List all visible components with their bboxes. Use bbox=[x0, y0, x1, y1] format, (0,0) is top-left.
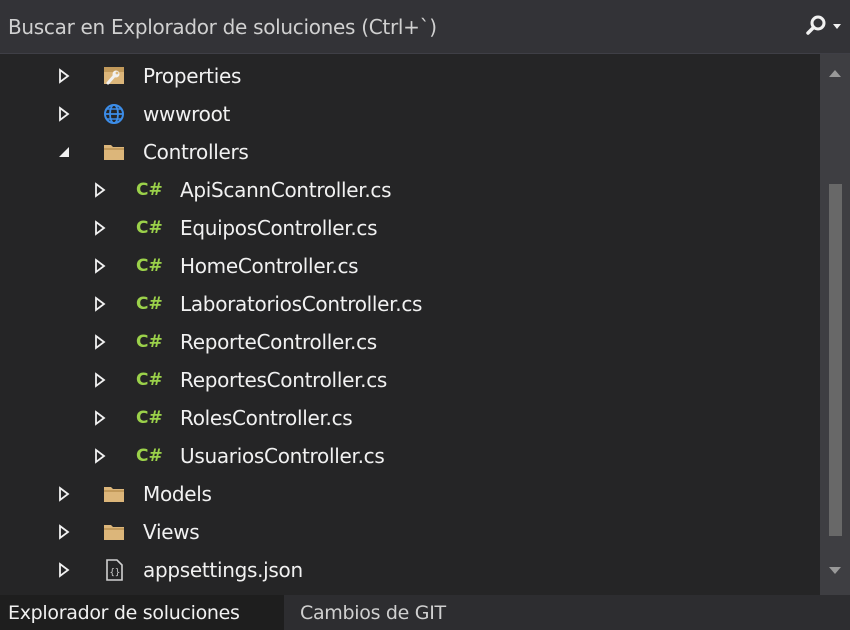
expand-arrow-icon[interactable] bbox=[92, 334, 108, 350]
tree-item-controllers[interactable]: Controllers bbox=[0, 133, 820, 171]
search-button[interactable] bbox=[800, 12, 848, 42]
tree-item-properties[interactable]: Properties bbox=[0, 57, 820, 95]
tree-item-file[interactable]: C# ReportesController.cs bbox=[0, 361, 820, 399]
tab-solution-explorer[interactable]: Explorador de soluciones bbox=[0, 595, 284, 630]
tree-item-file[interactable]: C# RolesController.cs bbox=[0, 399, 820, 437]
tree-item-label: Controllers bbox=[143, 140, 249, 164]
tree-item-views[interactable]: Views bbox=[0, 513, 820, 551]
search-input[interactable] bbox=[8, 12, 768, 42]
tree-item-label: Models bbox=[143, 482, 212, 506]
csharp-file-icon: C# bbox=[136, 294, 163, 314]
csharp-file-icon: C# bbox=[136, 256, 163, 276]
scroll-down-arrow-icon[interactable] bbox=[827, 566, 843, 576]
expand-arrow-icon[interactable] bbox=[56, 562, 72, 578]
tree-item-label: appsettings.json bbox=[143, 558, 303, 582]
properties-wrench-icon bbox=[104, 67, 124, 85]
tree-item-file[interactable]: C# UsuariosController.cs bbox=[0, 437, 820, 475]
expand-arrow-icon[interactable] bbox=[56, 486, 72, 502]
folder-icon bbox=[104, 145, 124, 160]
tree-item-file[interactable]: C# ReporteController.cs bbox=[0, 323, 820, 361]
tree-item-wwwroot[interactable]: wwwroot bbox=[0, 95, 820, 133]
tree-item-file[interactable]: C# ApiScannController.cs bbox=[0, 171, 820, 209]
solution-tree: Properties wwwroot Controllers C# ApiSca… bbox=[0, 54, 820, 595]
tree-item-label: ApiScannController.cs bbox=[180, 178, 392, 202]
csharp-file-icon: C# bbox=[136, 446, 163, 466]
tree-item-label: Properties bbox=[143, 64, 242, 88]
tree-item-models[interactable]: Models bbox=[0, 475, 820, 513]
csharp-file-icon: C# bbox=[136, 408, 163, 428]
tree-item-file[interactable]: C# LaboratoriosController.cs bbox=[0, 285, 820, 323]
folder-icon bbox=[104, 487, 124, 502]
tree-item-appsettings[interactable]: {} appsettings.json bbox=[0, 551, 820, 589]
tree-item-file[interactable]: C# EquiposController.cs bbox=[0, 209, 820, 247]
vertical-scrollbar[interactable] bbox=[820, 54, 850, 595]
collapse-arrow-icon[interactable] bbox=[56, 144, 72, 160]
tree-item-label: ReportesController.cs bbox=[180, 368, 388, 392]
tree-item-label: UsuariosController.cs bbox=[180, 444, 385, 468]
scroll-up-arrow-icon[interactable] bbox=[827, 68, 843, 78]
tree-item-label: Views bbox=[143, 520, 200, 544]
expand-arrow-icon[interactable] bbox=[92, 182, 108, 198]
folder-icon bbox=[104, 525, 124, 540]
search-icon bbox=[806, 15, 841, 35]
csharp-file-icon: C# bbox=[136, 370, 163, 390]
expand-arrow-icon[interactable] bbox=[56, 68, 72, 84]
csharp-file-icon: C# bbox=[136, 332, 163, 352]
scroll-thumb[interactable] bbox=[829, 184, 842, 536]
tree-item-label: wwwroot bbox=[143, 102, 231, 126]
expand-arrow-icon[interactable] bbox=[92, 448, 108, 464]
expand-arrow-icon[interactable] bbox=[56, 106, 72, 122]
expand-arrow-icon[interactable] bbox=[92, 258, 108, 274]
json-file-icon: {} bbox=[106, 559, 123, 581]
bottom-tab-bar: Explorador de soluciones Cambios de GIT bbox=[0, 595, 850, 630]
expand-arrow-icon[interactable] bbox=[56, 524, 72, 540]
expand-arrow-icon[interactable] bbox=[92, 296, 108, 312]
search-bar bbox=[0, 0, 850, 54]
tree-item-label: LaboratoriosController.cs bbox=[180, 292, 423, 316]
tree-item-label: EquiposController.cs bbox=[180, 216, 378, 240]
tree-item-label: RolesController.cs bbox=[180, 406, 353, 430]
expand-arrow-icon[interactable] bbox=[92, 220, 108, 236]
expand-arrow-icon[interactable] bbox=[92, 372, 108, 388]
tree-item-label: HomeController.cs bbox=[180, 254, 359, 278]
csharp-file-icon: C# bbox=[136, 180, 163, 200]
tree-item-file[interactable]: C# HomeController.cs bbox=[0, 247, 820, 285]
csharp-file-icon: C# bbox=[136, 218, 163, 238]
tab-git-changes[interactable]: Cambios de GIT bbox=[284, 595, 456, 630]
expand-arrow-icon[interactable] bbox=[92, 410, 108, 426]
globe-icon bbox=[104, 104, 124, 124]
tree-item-label: ReporteController.cs bbox=[180, 330, 377, 354]
svg-text:{}: {} bbox=[110, 568, 121, 578]
dropdown-arrow-icon bbox=[833, 24, 841, 29]
